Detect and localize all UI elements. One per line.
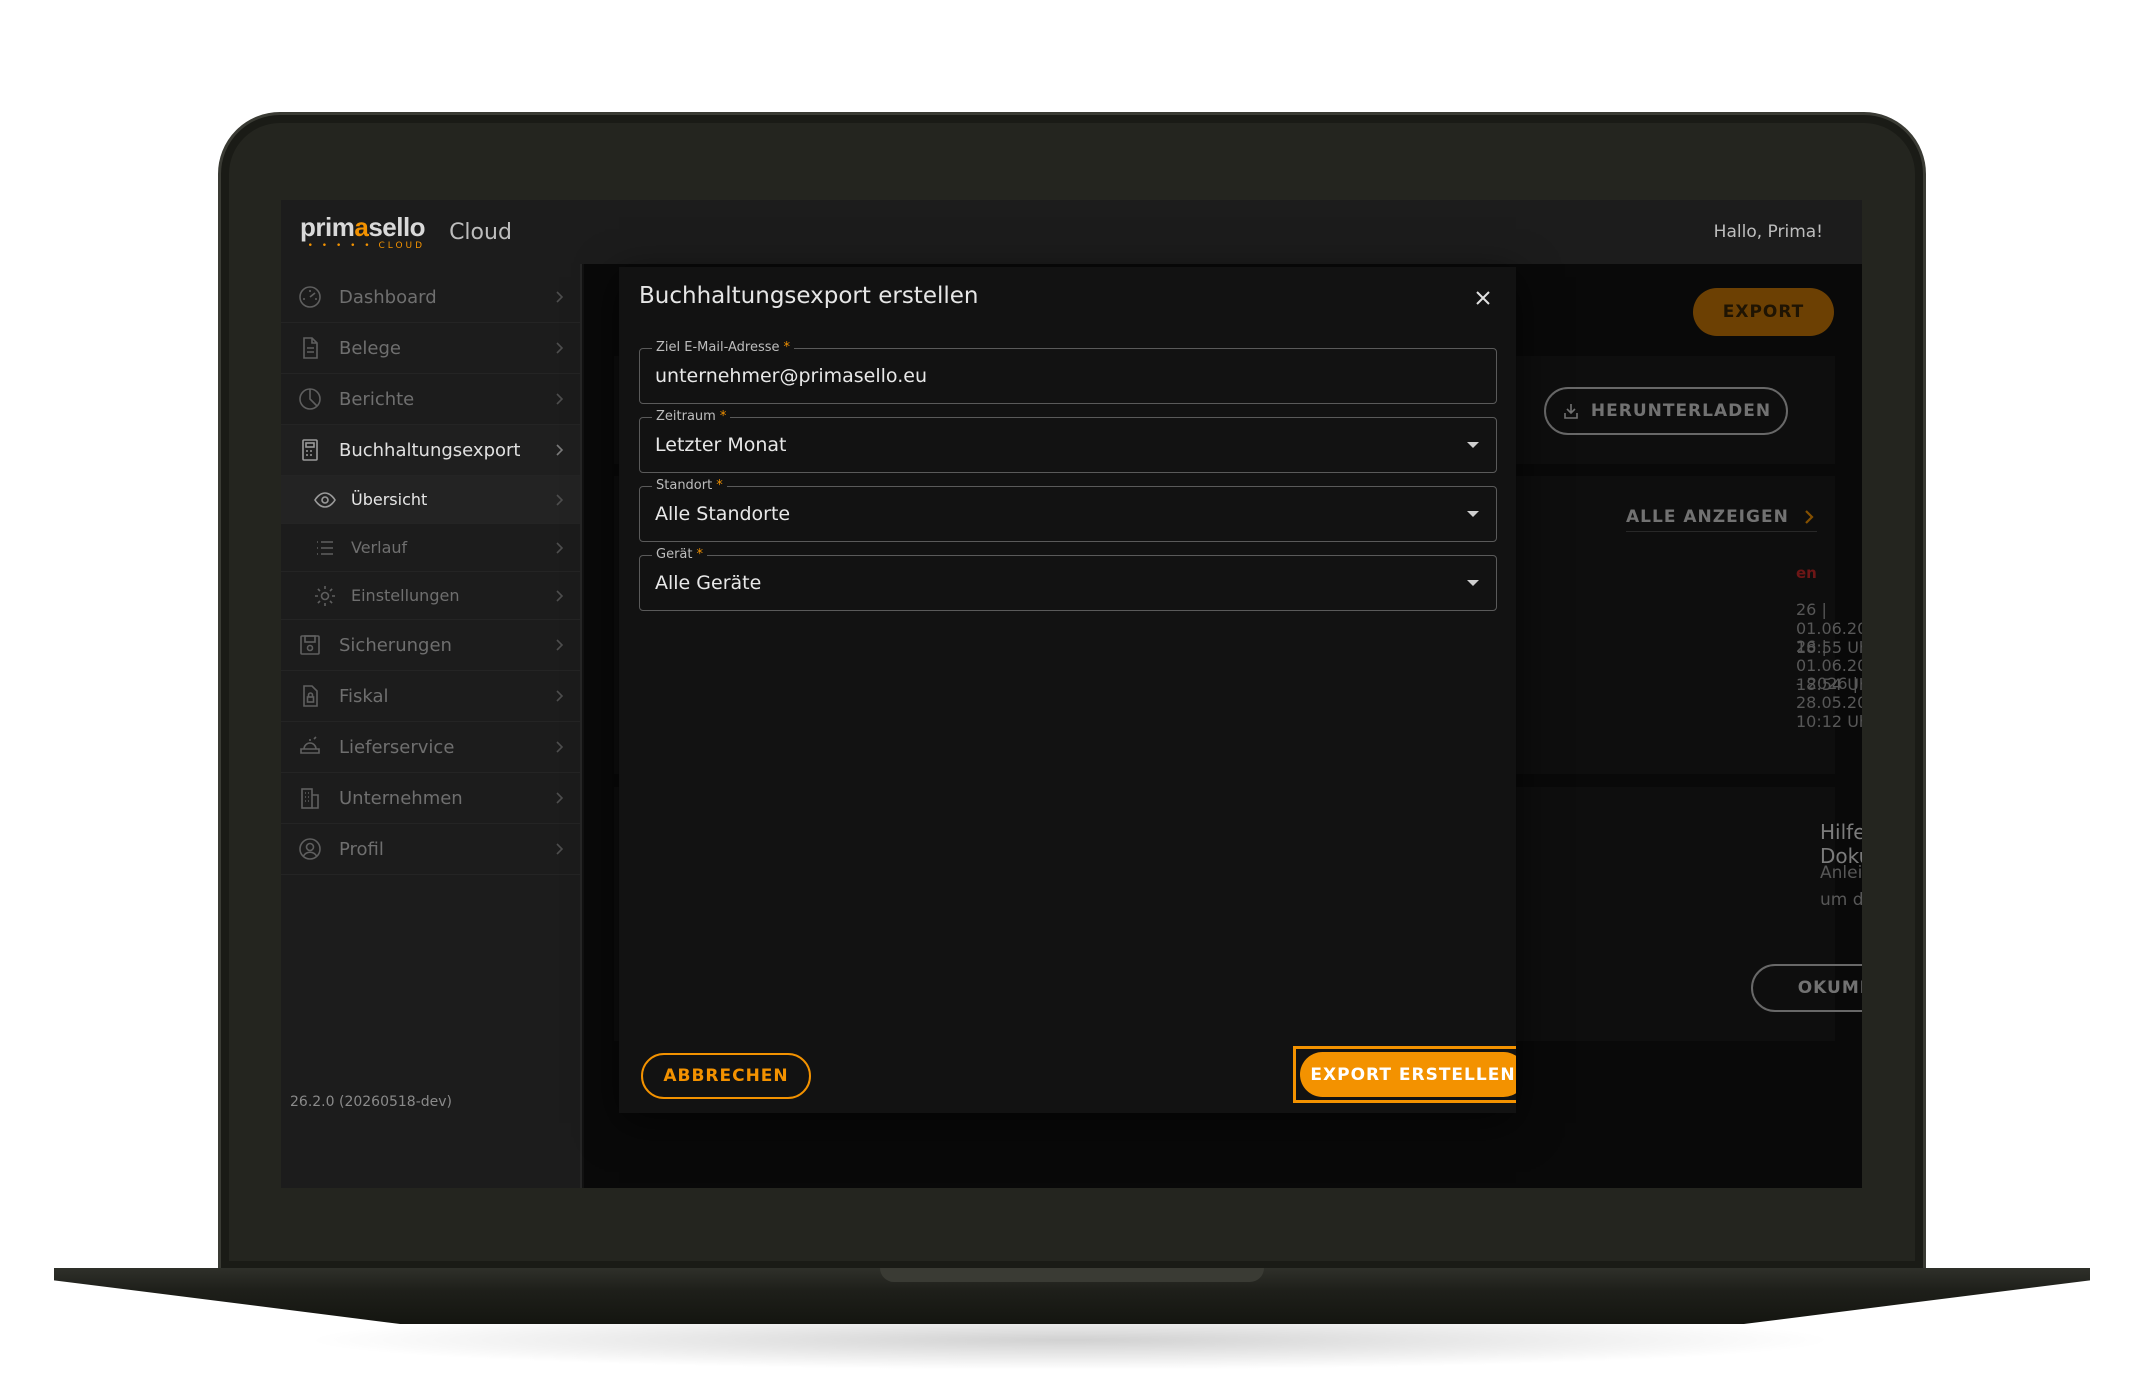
calculator-icon xyxy=(298,438,322,462)
screen: primasello • • • • • CLOUD Cloud Hallo, … xyxy=(281,200,1862,1188)
caret-down-icon[interactable] xyxy=(1466,578,1480,588)
device-select-value: Alle Geräte xyxy=(655,572,762,594)
sidebar-item-fiskal[interactable]: Fiskal xyxy=(281,671,580,722)
sidebar-item-profil[interactable]: Profil xyxy=(281,824,580,875)
period-select-value: Letzter Monat xyxy=(655,434,787,456)
export-dialog: Buchhaltungsexport erstellen Ziel E-Mail… xyxy=(619,267,1516,1113)
sidebar: Dashboard Belege Berichte Buchhaltungsex… xyxy=(281,264,582,1188)
chevron-right-icon xyxy=(556,589,564,602)
chevron-right-icon xyxy=(556,639,564,651)
building-icon xyxy=(298,786,322,810)
required-marker: * xyxy=(719,409,727,424)
top-bar: primasello • • • • • CLOUD Cloud Hallo, … xyxy=(281,200,1862,264)
laptop-notch xyxy=(880,1268,1264,1282)
device-select-label: Gerät xyxy=(656,547,693,562)
period-select-label: Zeitraum xyxy=(656,409,716,424)
create-export-focus-ring: EXPORT ERSTELLEN xyxy=(1293,1046,1516,1103)
chevron-right-icon xyxy=(556,342,564,354)
email-field-label: Ziel E-Mail-Adresse xyxy=(656,340,780,355)
location-select[interactable]: Standort * Alle Standorte xyxy=(639,478,1497,542)
chevron-right-icon xyxy=(556,291,564,303)
app-name: Cloud xyxy=(449,219,512,245)
user-circle-icon xyxy=(298,837,322,861)
sidebar-item-dashboard[interactable]: Dashboard xyxy=(281,272,580,323)
save-icon xyxy=(298,633,322,657)
required-marker: * xyxy=(783,340,791,355)
gear-icon xyxy=(313,584,337,608)
chevron-right-icon xyxy=(556,690,564,702)
email-field-value[interactable]: unternehmer@primasello.eu xyxy=(655,365,927,387)
sidebar-item-lieferservice[interactable]: Lieferservice xyxy=(281,722,580,773)
chevron-right-icon xyxy=(556,444,564,456)
close-button[interactable] xyxy=(1472,287,1494,309)
chevron-right-icon xyxy=(556,541,564,554)
file-lock-icon xyxy=(298,684,322,708)
delivery-icon xyxy=(298,735,322,759)
dialog-title: Buchhaltungsexport erstellen xyxy=(639,283,979,309)
sidebar-item-belege[interactable]: Belege xyxy=(281,323,580,374)
list-icon xyxy=(313,536,337,560)
pie-chart-icon xyxy=(298,387,322,411)
sidebar-item-buchhaltungsexport[interactable]: Buchhaltungsexport xyxy=(281,425,580,476)
location-select-value: Alle Standorte xyxy=(655,503,791,525)
chevron-right-icon xyxy=(556,792,564,804)
create-export-button[interactable]: EXPORT ERSTELLEN xyxy=(1300,1052,1516,1097)
close-icon xyxy=(1476,291,1490,305)
chevron-right-icon xyxy=(556,393,564,405)
period-select[interactable]: Zeitraum * Letzter Monat xyxy=(639,409,1497,473)
gauge-icon xyxy=(298,285,322,309)
user-greeting[interactable]: Hallo, Prima! xyxy=(1714,222,1823,242)
chevron-right-icon xyxy=(556,493,564,506)
app-logo[interactable]: primasello • • • • • CLOUD xyxy=(300,214,426,251)
app-version: 26.2.0 (20260518-dev) xyxy=(290,1094,452,1110)
email-field[interactable]: Ziel E-Mail-Adresse * unternehmer@primas… xyxy=(639,340,1497,404)
device-select[interactable]: Gerät * Alle Geräte xyxy=(639,547,1497,611)
location-select-label: Standort xyxy=(656,478,713,493)
required-marker: * xyxy=(696,547,703,562)
sidebar-item-unternehmen[interactable]: Unternehmen xyxy=(281,773,580,824)
sidebar-item-sicherungen[interactable]: Sicherungen xyxy=(281,620,580,671)
document-icon xyxy=(298,336,322,360)
sidebar-subitem-einstellungen[interactable]: Einstellungen xyxy=(281,572,580,620)
chevron-right-icon xyxy=(556,741,564,753)
sidebar-subitem-uebersicht[interactable]: Übersicht xyxy=(281,476,580,524)
required-marker: * xyxy=(716,478,723,493)
cancel-button[interactable]: ABBRECHEN xyxy=(641,1053,811,1099)
eye-icon xyxy=(313,488,337,512)
sidebar-item-berichte[interactable]: Berichte xyxy=(281,374,580,425)
caret-down-icon[interactable] xyxy=(1466,440,1480,450)
caret-down-icon[interactable] xyxy=(1466,509,1480,519)
chevron-right-icon xyxy=(556,843,564,855)
sidebar-subitem-verlauf[interactable]: Verlauf xyxy=(281,524,580,572)
